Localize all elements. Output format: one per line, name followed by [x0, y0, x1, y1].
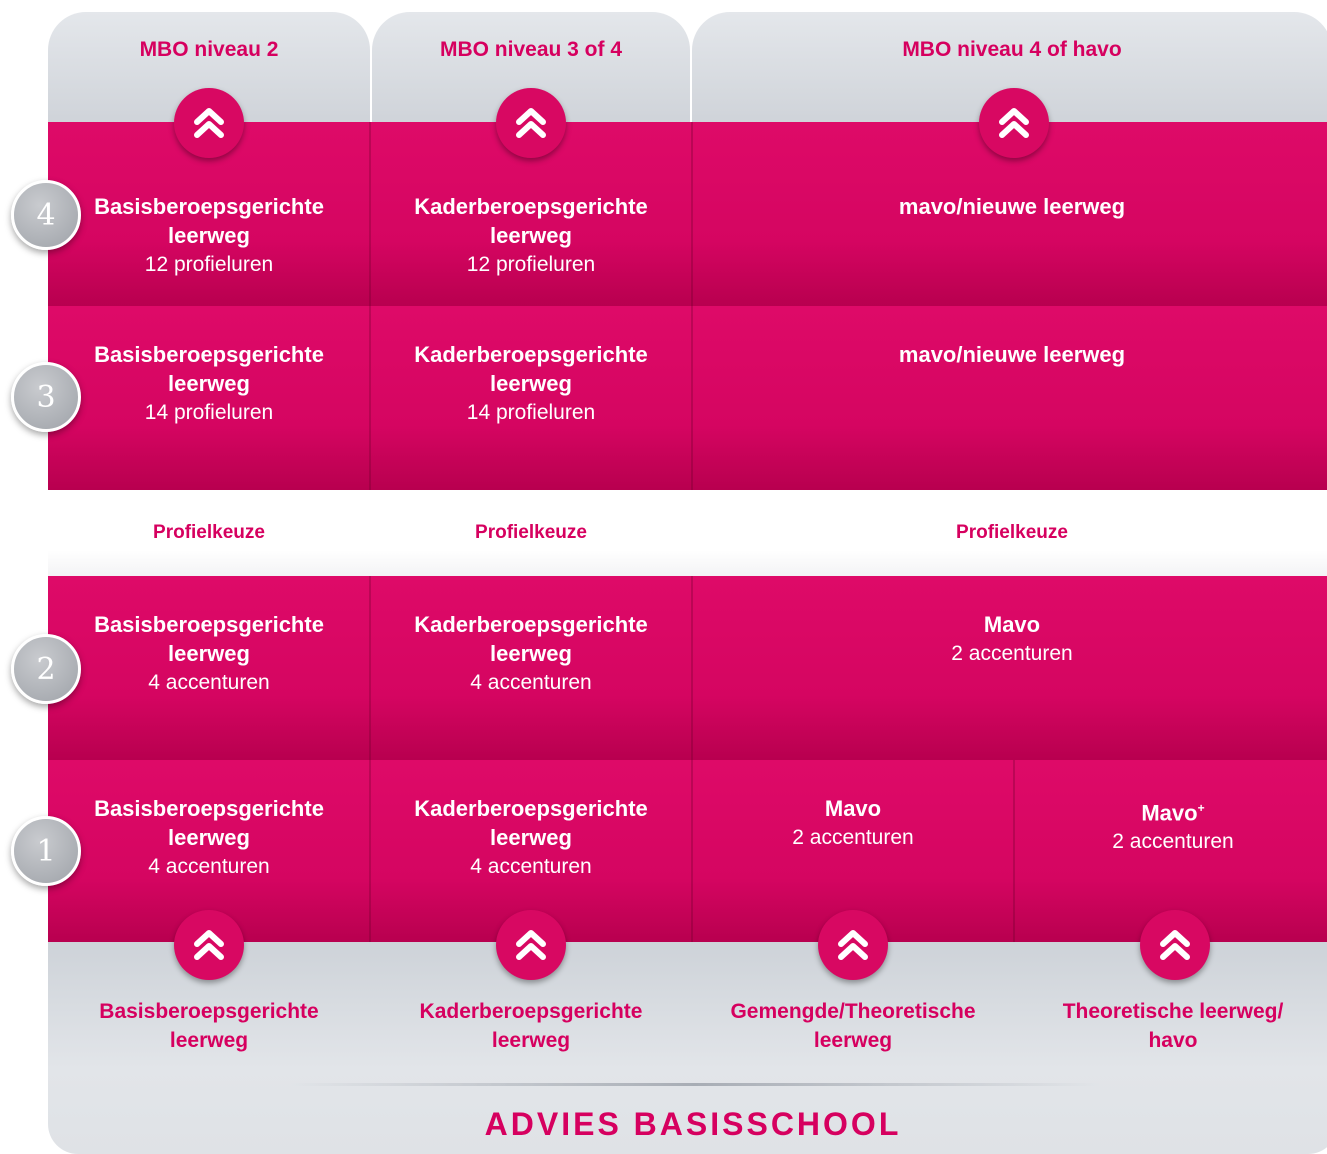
year-number-1: 1 — [11, 816, 81, 886]
cell-title-2: leerweg — [168, 223, 250, 248]
year-number-label: 2 — [36, 651, 56, 687]
cell-sub: 2 accenturen — [792, 826, 914, 849]
cell-title-2: leerweg — [168, 641, 250, 666]
cell-title: Basisberoepsgerichte — [94, 342, 324, 367]
column-divider — [691, 576, 693, 942]
bottom-label-line: leerweg — [169, 1029, 249, 1052]
profielkeuze-2: Profielkeuze — [370, 490, 692, 576]
cell-sub: 4 accenturen — [470, 671, 592, 694]
cell-sub: 2 accenturen — [951, 642, 1073, 665]
cell-title: Kaderberoepsgerichte — [414, 342, 648, 367]
double-chevron-up-icon — [1140, 910, 1210, 980]
cell-sub: 4 accenturen — [470, 855, 592, 878]
bottom-label-line: Theoretische leerweg/ — [1062, 1000, 1284, 1023]
year-number-label: 1 — [36, 833, 56, 869]
profielkeuze-label: Profielkeuze — [956, 522, 1068, 543]
cell-title-2: leerweg — [490, 371, 572, 396]
column-divider — [1013, 760, 1015, 942]
cell-sub: 4 accenturen — [148, 671, 270, 694]
cell-title: mavo/nieuwe leerweg — [898, 194, 1126, 219]
cell-sub: 4 accenturen — [148, 855, 270, 878]
footer-divider — [290, 1083, 1100, 1086]
bottom-label-line: Gemengde/Theoretische — [730, 1000, 976, 1023]
cell-title: Basisberoepsgerichte — [94, 612, 324, 637]
cell-title-2: leerweg — [490, 223, 572, 248]
cell-title-wrap: Mavo+ — [1141, 794, 1204, 827]
cell-title: Basisberoepsgerichte — [94, 194, 324, 219]
profielkeuze-label: Profielkeuze — [153, 522, 265, 543]
column-divider — [369, 122, 371, 490]
profielkeuze-3: Profielkeuze — [692, 490, 1327, 576]
cell-title-2: leerweg — [168, 371, 250, 396]
cell-sub: 14 profieluren — [466, 401, 596, 424]
cell-year2-mavo: Mavo 2 accenturen — [692, 576, 1327, 760]
year-number-4: 4 — [11, 180, 81, 250]
cell-title: Mavo — [824, 796, 882, 821]
cell-sub: 12 profieluren — [144, 253, 274, 276]
column-divider — [691, 122, 693, 490]
bottom-label-3: Gemengde/Theoretische leerweg — [692, 997, 1014, 1055]
double-chevron-up-icon — [979, 88, 1049, 158]
column-divider — [369, 576, 371, 942]
double-chevron-up-icon — [174, 88, 244, 158]
cell-year3-bb: Basisberoepsgerichte leerweg 14 profielu… — [48, 306, 370, 490]
cell-year3-mavo: mavo/nieuwe leerweg — [692, 306, 1327, 490]
profielkeuze-label: Profielkeuze — [475, 522, 587, 543]
double-chevron-up-icon — [818, 910, 888, 980]
double-chevron-up-icon — [496, 910, 566, 980]
cell-title: Kaderberoepsgerichte — [414, 612, 648, 637]
year-number-label: 4 — [36, 197, 56, 233]
cell-title-2: leerweg — [490, 825, 572, 850]
bottom-label-line: havo — [1148, 1029, 1198, 1052]
cell-title-2: leerweg — [490, 641, 572, 666]
bottom-label-line: Kaderberoepsgerichte — [419, 1000, 643, 1023]
cell-year3-kb: Kaderberoepsgerichte leerweg 14 profielu… — [370, 306, 692, 490]
bottom-label-1: Basisberoepsgerichte leerweg — [48, 997, 370, 1055]
bottom-label-line: Basisberoepsgerichte — [99, 1000, 319, 1023]
cell-title: Mavo — [1141, 800, 1198, 826]
cell-title: Mavo — [983, 612, 1041, 637]
double-chevron-up-icon — [496, 88, 566, 158]
cell-sub: 14 profieluren — [144, 401, 274, 424]
bottom-label-line: leerweg — [813, 1029, 893, 1052]
cell-year2-kb: Kaderberoepsgerichte leerweg 4 accenture… — [370, 576, 692, 760]
superscript-plus: + — [1197, 801, 1205, 815]
bottom-label-2: Kaderberoepsgerichte leerweg — [370, 997, 692, 1055]
cell-title: Kaderberoepsgerichte — [414, 796, 648, 821]
year-number-label: 3 — [36, 379, 56, 415]
cell-sub: 2 accenturen — [1112, 830, 1234, 854]
cell-year2-bb: Basisberoepsgerichte leerweg 4 accenture… — [48, 576, 370, 760]
year-number-2: 2 — [11, 634, 81, 704]
double-chevron-up-icon — [174, 910, 244, 980]
bottom-label-line: leerweg — [491, 1029, 571, 1052]
cell-sub: 12 profieluren — [466, 253, 596, 276]
profielkeuze-1: Profielkeuze — [48, 490, 370, 576]
cell-title: mavo/nieuwe leerweg — [898, 342, 1126, 367]
cell-title-2: leerweg — [168, 825, 250, 850]
bottom-label-4: Theoretische leerweg/ havo — [1014, 997, 1327, 1055]
footer-title: ADVIES BASISSCHOOL — [484, 1106, 902, 1142]
year-number-3: 3 — [11, 362, 81, 432]
cell-title: Kaderberoepsgerichte — [414, 194, 648, 219]
cell-title: Basisberoepsgerichte — [94, 796, 324, 821]
